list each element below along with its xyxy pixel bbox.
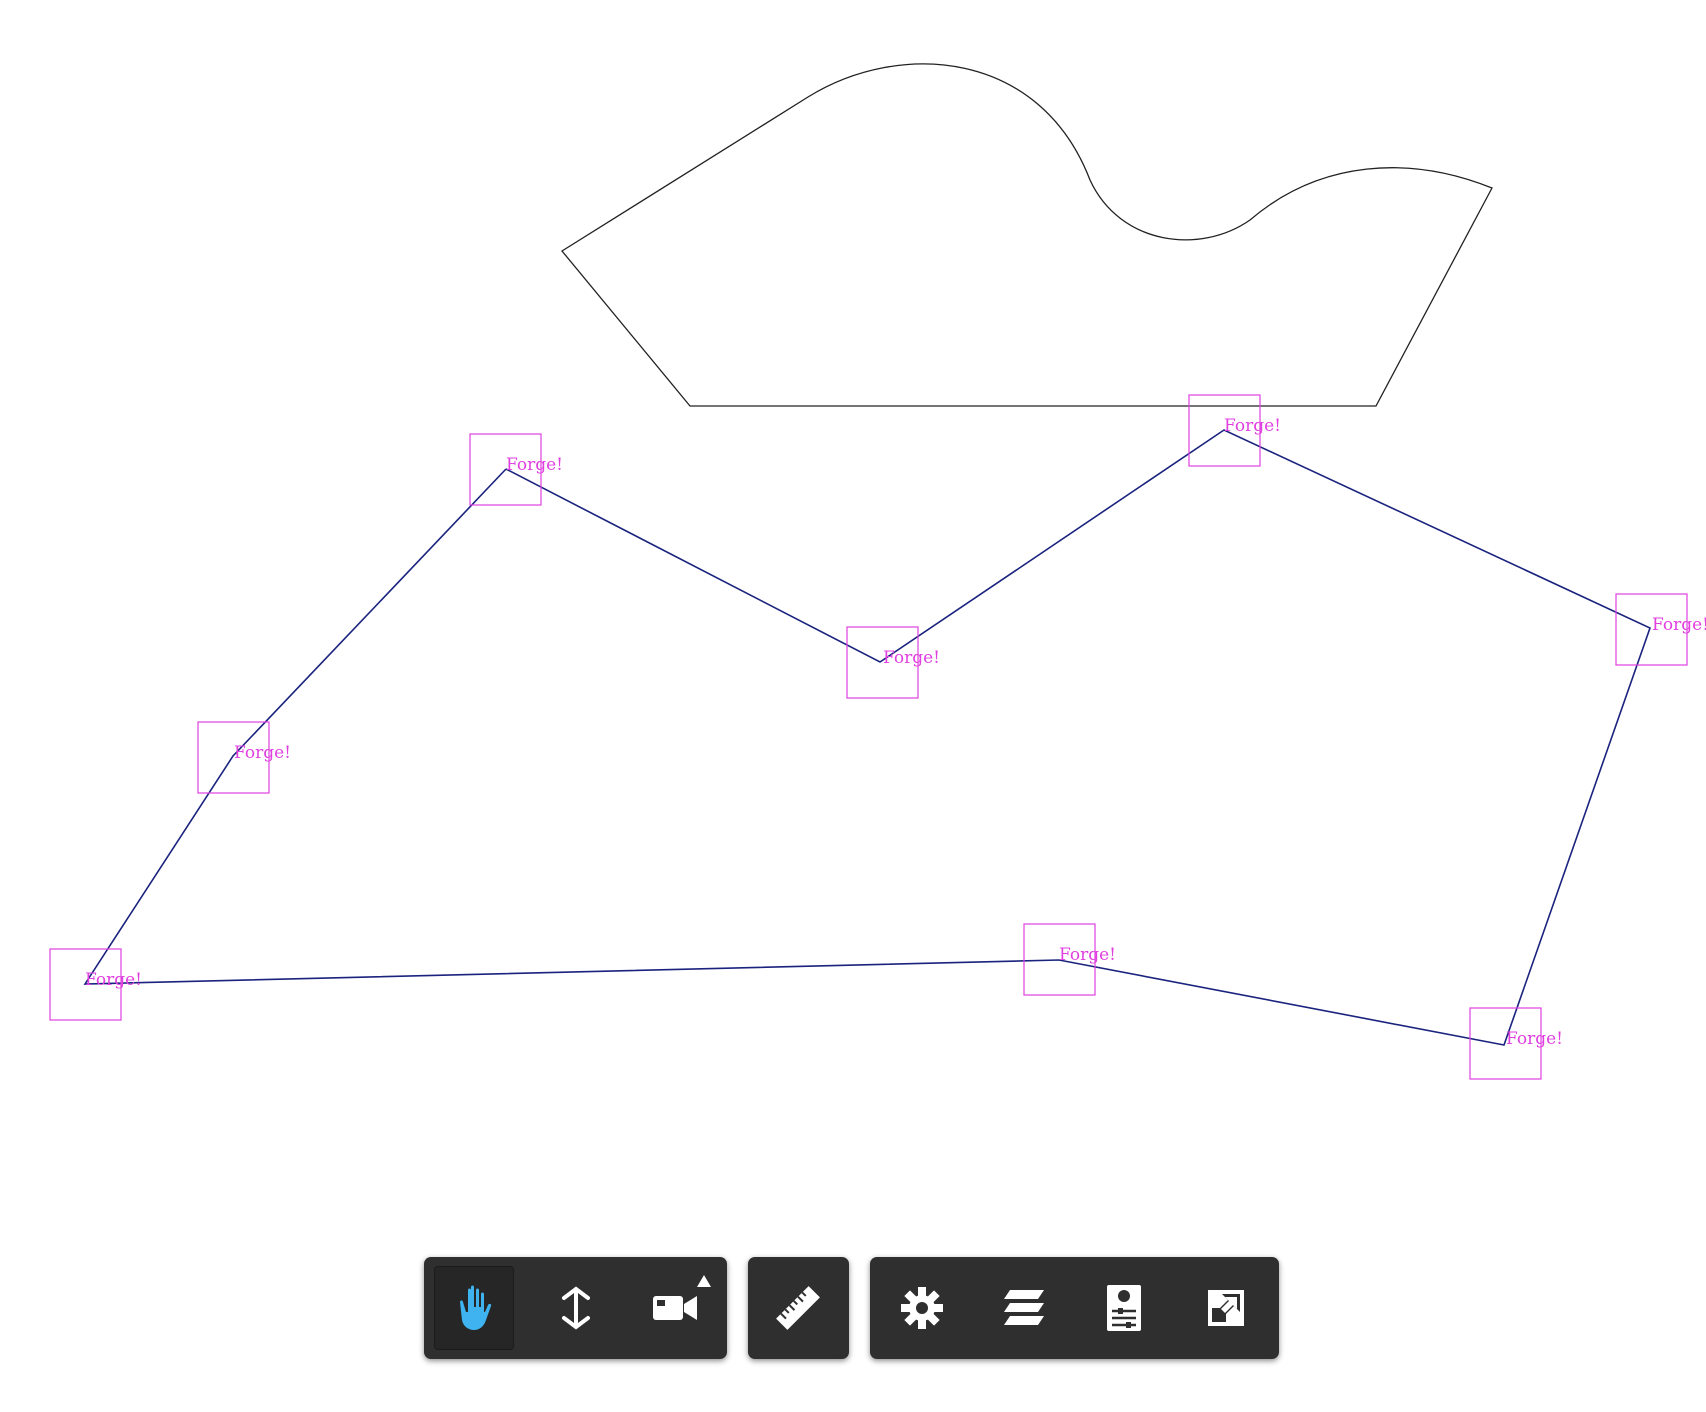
- marker[interactable]: Forge!: [1023, 923, 1116, 996]
- gear-icon: [901, 1287, 943, 1329]
- settings-button[interactable]: [882, 1266, 962, 1350]
- marker-label: Forge!: [85, 970, 142, 990]
- marker-label: Forge!: [234, 743, 291, 763]
- layers-button[interactable]: [984, 1266, 1064, 1350]
- marker-label: Forge!: [506, 455, 563, 475]
- dolly-icon: [562, 1286, 590, 1330]
- marker[interactable]: Forge!: [1615, 593, 1706, 666]
- route-path: [83, 429, 1651, 1046]
- shape-outline: [561, 63, 1493, 407]
- viewer-canvas[interactable]: Forge! Forge! Forge! Forge! Forge! Forge…: [0, 0, 1706, 1412]
- ruler-icon: [776, 1286, 820, 1330]
- marker-label: Forge!: [1059, 945, 1116, 965]
- fullscreen-icon: [1208, 1290, 1244, 1326]
- fullscreen-button[interactable]: [1186, 1266, 1266, 1350]
- marker[interactable]: Forge!: [1469, 1007, 1563, 1080]
- layers-icon: [1004, 1290, 1044, 1325]
- marker[interactable]: Forge!: [197, 721, 291, 794]
- measure-tool-button[interactable]: [758, 1266, 838, 1350]
- marker-label: Forge!: [1224, 416, 1281, 436]
- submenu-triangle-icon: [697, 1275, 711, 1287]
- marker-label: Forge!: [1506, 1029, 1563, 1049]
- marker-label: Forge!: [1652, 615, 1706, 635]
- settings-tools-group: [870, 1257, 1279, 1359]
- marker[interactable]: Forge!: [846, 626, 940, 699]
- marker[interactable]: Forge!: [49, 948, 142, 1021]
- marker[interactable]: Forge!: [469, 433, 563, 506]
- viewer-toolbar: [0, 1257, 1706, 1359]
- scene-svg[interactable]: Forge! Forge! Forge! Forge! Forge! Forge…: [0, 0, 1706, 1412]
- pan-hand-icon: [460, 1285, 492, 1330]
- measure-tools-group: [748, 1257, 849, 1359]
- camera-tool-button[interactable]: [636, 1266, 716, 1350]
- properties-button[interactable]: [1084, 1266, 1164, 1350]
- navigation-tools-group: [424, 1257, 727, 1359]
- marker-label: Forge!: [883, 648, 940, 668]
- camera-icon: [653, 1296, 697, 1320]
- properties-icon: [1107, 1285, 1141, 1331]
- dolly-tool-button[interactable]: [536, 1266, 616, 1350]
- pan-tool-button[interactable]: [434, 1266, 514, 1350]
